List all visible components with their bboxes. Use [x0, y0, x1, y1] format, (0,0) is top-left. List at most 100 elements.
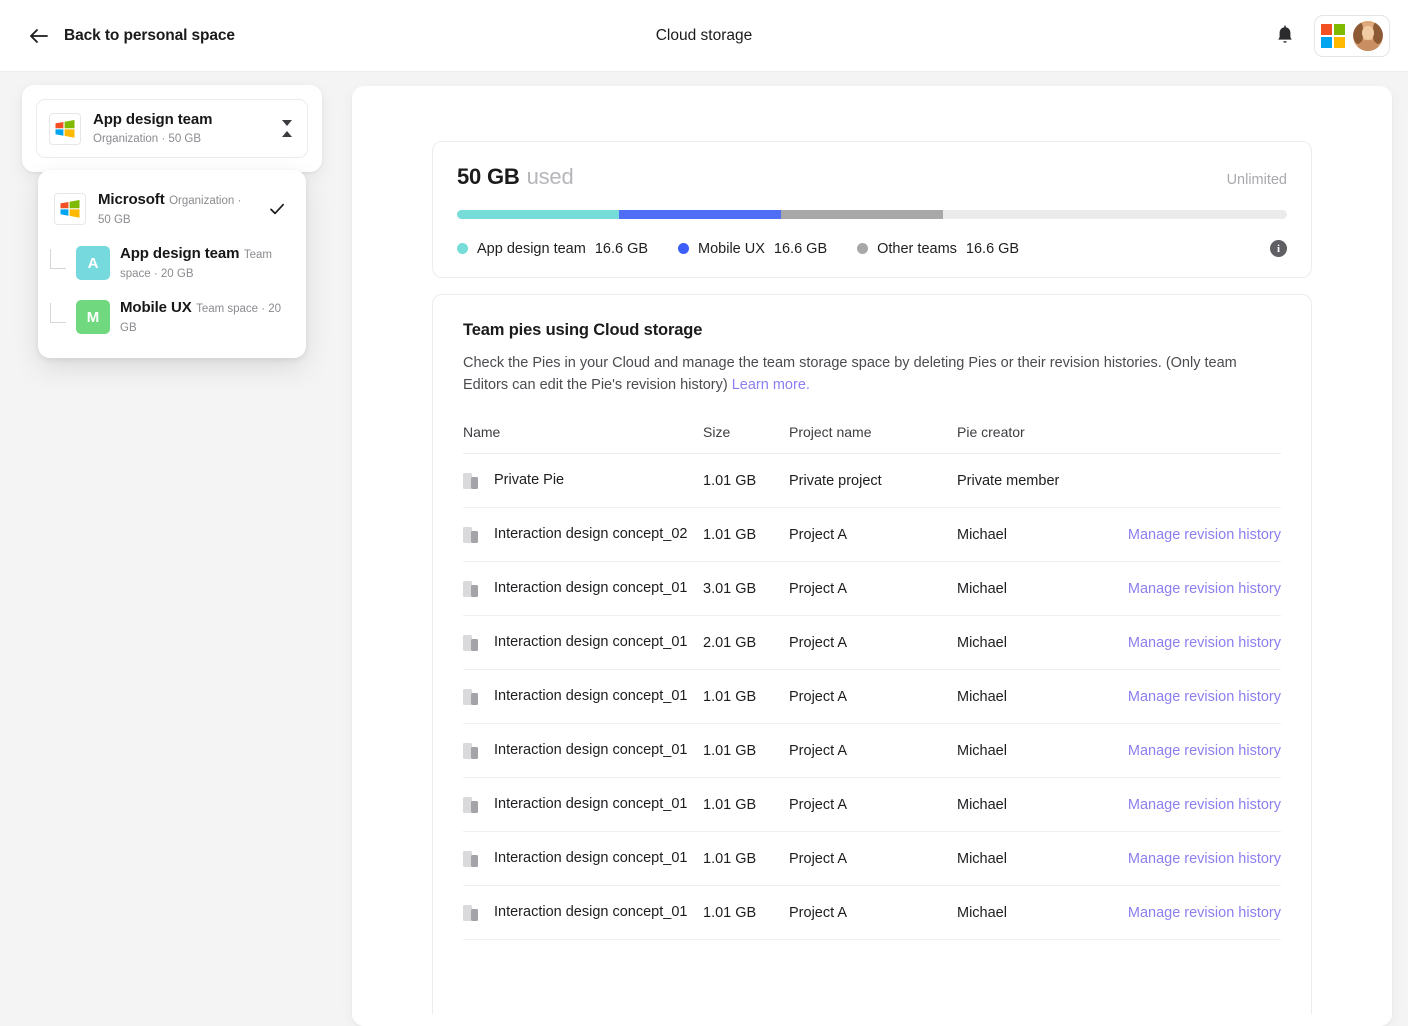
dropdown-item-texts: App design team Team space · 20 GB — [120, 244, 290, 282]
manage-revision-history-link[interactable]: Manage revision history — [1128, 851, 1281, 867]
column-header-pie-creator: Pie creator — [957, 424, 1125, 454]
tree-connector — [50, 303, 66, 323]
cell-pie-creator: Michael — [957, 831, 1125, 886]
table-row: Interaction design concept_01 2.01 GB Proj… — [463, 615, 1281, 670]
pie-name: Interaction design concept_01 — [494, 904, 688, 920]
cell-name: Interaction design concept_01 — [463, 885, 703, 940]
storage-summary-panel: 50 GB used Unlimited App design team 16.6… — [432, 141, 1312, 278]
name-cell: Interaction design concept_01 — [463, 849, 703, 868]
cell-project-name: Project A — [789, 669, 957, 724]
cell-name: Interaction design concept_01 — [463, 561, 703, 616]
cell-project-name: Project A — [789, 507, 957, 562]
column-header-name: Name — [463, 424, 703, 454]
cell-pie-creator: Michael — [957, 561, 1125, 616]
manage-revision-history-link[interactable]: Manage revision history — [1128, 743, 1281, 759]
chevron-updown-icon[interactable] — [279, 118, 295, 140]
cell-size: 2.01 GB — [703, 615, 789, 670]
legend-label: App design team — [477, 240, 586, 257]
pie-name: Interaction design concept_01 — [494, 742, 688, 758]
storage-legend: App design team 16.6 GB Mobile UX 16.6 G… — [457, 240, 1287, 257]
dropdown-item-mobile-ux[interactable]: M Mobile UX Team space · 20 GB — [38, 290, 306, 344]
cell-name: Private Pie — [463, 453, 703, 508]
cell-pie-creator: Michael — [957, 885, 1125, 940]
cell-pie-creator: Michael — [957, 723, 1125, 778]
info-icon[interactable]: i — [1270, 240, 1287, 257]
name-cell: Interaction design concept_02 — [463, 525, 703, 544]
cell-action: Manage revision history — [1125, 831, 1281, 886]
cell-size: 1.01 GB — [703, 453, 789, 508]
team-avatar: A — [76, 246, 110, 280]
column-header-project-name: Project name — [789, 424, 957, 454]
dropdown-item-microsoft[interactable]: Microsoft Organization · 50 GB — [38, 182, 306, 236]
pie-file-icon — [463, 850, 478, 867]
cell-action: Manage revision history — [1125, 723, 1281, 778]
legend-dot-icon — [857, 243, 869, 254]
dropdown-item-title: Mobile UX — [120, 299, 192, 316]
account-chip[interactable] — [1314, 14, 1390, 57]
cell-name: Interaction design concept_01 — [463, 831, 703, 886]
microsoft-logo-icon — [54, 193, 86, 225]
manage-revision-history-link[interactable]: Manage revision history — [1128, 635, 1281, 651]
cell-action: Manage revision history — [1125, 507, 1281, 562]
back-to-personal-space-button[interactable]: Back to personal space — [20, 19, 243, 53]
bell-icon[interactable] — [1272, 23, 1298, 49]
table-row: Interaction design concept_02 1.01 GB Proj… — [463, 507, 1281, 562]
cell-action: Manage revision history — [1125, 777, 1281, 832]
legend-item-other-teams: Other teams 16.6 GB — [857, 241, 1019, 257]
pie-name: Interaction design concept_01 — [494, 850, 688, 866]
microsoft-logo-icon — [1321, 23, 1345, 48]
manage-revision-history-link[interactable]: Manage revision history — [1128, 527, 1281, 543]
manage-revision-history-link[interactable]: Manage revision history — [1128, 797, 1281, 813]
name-cell: Interaction design concept_01 — [463, 687, 703, 706]
org-dropdown-menu: Microsoft Organization · 50 GB A App des… — [38, 170, 306, 358]
legend-item-mobile-ux: Mobile UX 16.6 GB — [678, 241, 827, 257]
storage-limit-label: Unlimited — [1226, 172, 1287, 188]
microsoft-logo-icon — [49, 112, 81, 145]
avatar[interactable] — [1353, 20, 1383, 51]
cell-action: Manage revision history — [1125, 885, 1281, 940]
cell-size: 3.01 GB — [703, 561, 789, 616]
team-avatar: M — [76, 300, 110, 334]
cell-name: Interaction design concept_02 — [463, 507, 703, 562]
cell-project-name: Private project — [789, 453, 957, 508]
cell-pie-creator: Private member — [957, 453, 1125, 508]
bar-segment-other-teams — [780, 210, 943, 219]
bar-segment-app-design-team — [457, 210, 619, 219]
manage-revision-history-link[interactable]: Manage revision history — [1128, 905, 1281, 921]
legend-item-app-design-team: App design team 16.6 GB — [457, 241, 648, 257]
name-cell: Interaction design concept_01 — [463, 741, 703, 760]
pie-name: Interaction design concept_02 — [494, 526, 688, 542]
cell-action — [1125, 453, 1281, 508]
pie-name: Interaction design concept_01 — [494, 796, 688, 812]
table-body: Private Pie 1.01 GB Private project Private… — [463, 453, 1281, 940]
cell-project-name: Project A — [789, 777, 957, 832]
table-row: Interaction design concept_01 1.01 GB Proj… — [463, 723, 1281, 778]
cell-size: 1.01 GB — [703, 831, 789, 886]
pie-file-icon — [463, 634, 478, 651]
dropdown-item-app-design-team[interactable]: A App design team Team space · 20 GB — [38, 236, 306, 290]
pie-file-icon — [463, 688, 478, 705]
manage-revision-history-link[interactable]: Manage revision history — [1128, 689, 1281, 705]
pie-file-icon — [463, 796, 478, 813]
storage-used-word: used — [526, 164, 574, 189]
legend-value: 16.6 GB — [965, 240, 1020, 257]
cell-action: Manage revision history — [1125, 615, 1281, 670]
learn-more-link[interactable]: Learn more. — [732, 377, 810, 393]
cell-project-name: Project A — [789, 723, 957, 778]
tree-connector — [50, 249, 66, 269]
cell-project-name: Project A — [789, 615, 957, 670]
pie-name: Interaction design concept_01 — [494, 580, 688, 596]
org-selector-texts: App design team Organization · 50 GB — [93, 110, 267, 147]
table-row: Interaction design concept_01 1.01 GB Proj… — [463, 669, 1281, 724]
name-cell: Interaction design concept_01 — [463, 795, 703, 814]
storage-used-value: 50 GB — [457, 164, 520, 189]
legend-value: 16.6 GB — [773, 240, 828, 257]
manage-revision-history-link[interactable]: Manage revision history — [1128, 581, 1281, 597]
arrow-left-icon — [28, 25, 50, 47]
bar-segment-mobile-ux — [618, 210, 781, 219]
name-cell: Private Pie — [463, 471, 703, 490]
org-selector-button[interactable]: App design team Organization · 50 GB — [36, 99, 308, 158]
cell-pie-creator: Michael — [957, 615, 1125, 670]
dropdown-item-title: Microsoft — [98, 191, 165, 208]
storage-header: 50 GB used Unlimited — [457, 164, 1287, 190]
